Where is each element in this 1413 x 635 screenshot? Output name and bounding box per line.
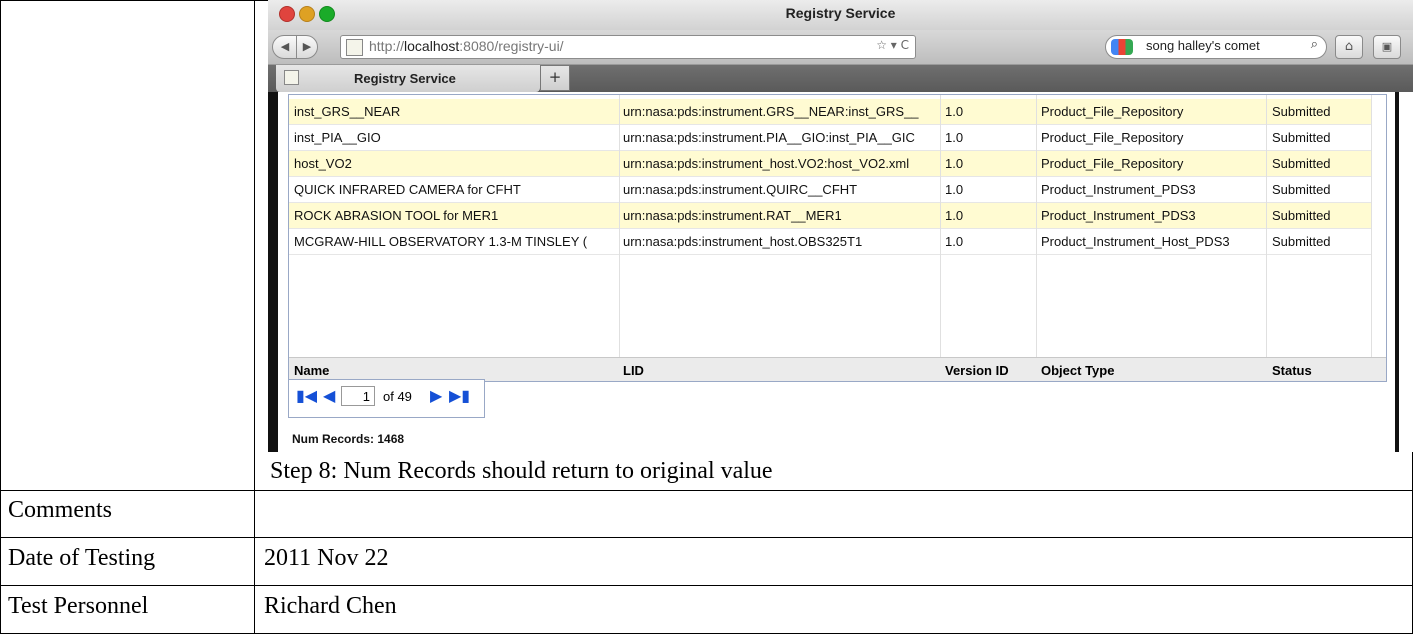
cell-name: ROCK ABRASION TOOL for MER1 bbox=[294, 208, 499, 223]
cell-lid: urn:nasa:pds:instrument_host.OBS325T1 bbox=[623, 234, 863, 249]
pagination-bar: ▮◀ ◀ of 49 ▶ ▶▮ bbox=[288, 379, 485, 418]
cell-object-type: Product_File_Repository bbox=[1041, 156, 1184, 171]
cell-name: host_VO2 bbox=[294, 156, 352, 171]
tab-favicon-icon bbox=[284, 70, 299, 85]
cell-version: 1.0 bbox=[945, 208, 964, 223]
date-of-testing-value: 2011 Nov 22 bbox=[264, 545, 389, 571]
date-of-testing-label: Date of Testing bbox=[8, 545, 156, 571]
address-url: http://localhost:8080/registry-ui/ bbox=[369, 38, 564, 54]
google-search-engine-icon[interactable] bbox=[1111, 39, 1133, 55]
cell-object-type: Product_Instrument_PDS3 bbox=[1041, 182, 1196, 197]
cell-status: Submitted bbox=[1272, 182, 1331, 197]
column-header-status[interactable]: Status bbox=[1272, 363, 1368, 378]
table-row[interactable]: ROCK ABRASION TOOL for MER1 urn:nasa:pds… bbox=[289, 203, 1371, 229]
column-header-lid[interactable]: LID bbox=[623, 363, 937, 378]
column-separator bbox=[1266, 95, 1267, 381]
browser-screenshot: Registry Service ◀ ▶ http://localhost:80… bbox=[268, 0, 1413, 452]
cell-lid: urn:nasa:pds:instrument.GRS__NEAR:inst_G… bbox=[623, 104, 919, 119]
column-header-version[interactable]: Version ID bbox=[945, 363, 1031, 378]
previous-page-icon[interactable]: ◀ bbox=[323, 388, 335, 404]
cell-lid: urn:nasa:pds:instrument.RAT__MER1 bbox=[623, 208, 842, 223]
cell-object-type: Product_File_Repository bbox=[1041, 104, 1184, 119]
test-personnel-label: Test Personnel bbox=[8, 593, 149, 619]
tab-label: Registry Service bbox=[354, 71, 456, 86]
row-divider bbox=[0, 490, 1413, 491]
table-border-bottom bbox=[0, 633, 1413, 634]
test-personnel-value: Richard Chen bbox=[264, 593, 397, 619]
cell-lid: urn:nasa:pds:instrument.PIA__GIO:inst_PI… bbox=[623, 130, 915, 145]
browser-toolbar: ◀ ▶ http://localhost:8080/registry-ui/ ☆… bbox=[268, 30, 1413, 65]
last-page-icon[interactable]: ▶▮ bbox=[449, 388, 470, 404]
cell-status: Submitted bbox=[1272, 208, 1331, 223]
cell-object-type: Product_Instrument_Host_PDS3 bbox=[1041, 234, 1230, 249]
step-caption: Step 8: Num Records should return to ori… bbox=[270, 458, 773, 484]
new-tab-button[interactable]: + bbox=[540, 65, 570, 91]
column-header-name[interactable]: Name bbox=[294, 363, 616, 378]
row-divider bbox=[0, 537, 1413, 538]
back-button[interactable]: ◀ bbox=[272, 35, 298, 59]
test-report-table: Registry Service ◀ ▶ http://localhost:80… bbox=[0, 0, 1413, 635]
column-separator bbox=[940, 95, 941, 381]
cell-version: 1.0 bbox=[945, 156, 964, 171]
next-page-icon[interactable]: ▶ bbox=[430, 388, 442, 404]
cell-status: Submitted bbox=[1272, 130, 1331, 145]
page-count: of 49 bbox=[383, 389, 412, 404]
cell-name: inst_GRS__NEAR bbox=[294, 104, 401, 119]
cell-object-type: Product_File_Repository bbox=[1041, 130, 1184, 145]
window-title: Registry Service bbox=[785, 5, 896, 21]
table-row[interactable]: QUICK INFRARED CAMERA for CFHT urn:nasa:… bbox=[289, 177, 1371, 203]
cell-name: QUICK INFRARED CAMERA for CFHT bbox=[294, 182, 521, 197]
column-separator bbox=[1036, 95, 1037, 381]
window-titlebar: Registry Service bbox=[268, 0, 1413, 31]
right-border-bar bbox=[1395, 92, 1399, 452]
table-row[interactable]: inst_GRS__NEAR urn:nasa:pds:instrument.G… bbox=[289, 99, 1371, 125]
page-number-input[interactable] bbox=[341, 386, 375, 406]
left-border-bar bbox=[268, 92, 278, 452]
bookmarks-button[interactable]: ▣ bbox=[1373, 35, 1401, 59]
cell-status: Submitted bbox=[1272, 156, 1331, 171]
tab-registry-service[interactable]: Registry Service bbox=[276, 65, 540, 92]
cell-version: 1.0 bbox=[945, 234, 964, 249]
cell-lid: urn:nasa:pds:instrument_host.VO2:host_VO… bbox=[623, 156, 910, 171]
cell-version: 1.0 bbox=[945, 130, 964, 145]
cell-lid: urn:nasa:pds:instrument.QUIRC__CFHT bbox=[623, 182, 858, 197]
cell-status: Submitted bbox=[1272, 104, 1331, 119]
row-divider bbox=[0, 585, 1413, 586]
comments-label: Comments bbox=[8, 497, 113, 523]
address-bar[interactable]: http://localhost:8080/registry-ui/ ☆ ▾ C bbox=[340, 35, 916, 59]
table-border-left bbox=[0, 0, 1, 634]
page-content: inst_GRS__NEAR urn:nasa:pds:instrument.G… bbox=[268, 92, 1413, 452]
column-header-object-type[interactable]: Object Type bbox=[1041, 363, 1259, 378]
cell-version: 1.0 bbox=[945, 104, 964, 119]
table-row[interactable]: MCGRAW-HILL OBSERVATORY 1.3-M TINSLEY ( … bbox=[289, 229, 1371, 255]
cell-object-type: Product_Instrument_PDS3 bbox=[1041, 208, 1196, 223]
home-button[interactable]: ⌂ bbox=[1335, 35, 1363, 59]
table-row[interactable]: host_VO2 urn:nasa:pds:instrument_host.VO… bbox=[289, 151, 1371, 177]
search-query: song halley's comet bbox=[1146, 38, 1260, 53]
column-separator bbox=[1371, 95, 1372, 381]
cell-name: inst_PIA__GIO bbox=[294, 130, 381, 145]
first-page-icon[interactable]: ▮◀ bbox=[296, 388, 317, 404]
cell-name: MCGRAW-HILL OBSERVATORY 1.3-M TINSLEY ( bbox=[294, 234, 588, 249]
column-divider bbox=[254, 0, 255, 634]
forward-button[interactable]: ▶ bbox=[296, 35, 318, 59]
search-box[interactable]: song halley's comet ⌕ bbox=[1105, 35, 1327, 59]
bookmark-star-icon[interactable]: ☆ ▾ C bbox=[876, 38, 909, 52]
table-row[interactable]: inst_PIA__GIO urn:nasa:pds:instrument.PI… bbox=[289, 125, 1371, 151]
column-separator bbox=[619, 95, 620, 381]
cell-version: 1.0 bbox=[945, 182, 964, 197]
cell-status: Submitted bbox=[1272, 234, 1331, 249]
tab-strip: Registry Service + bbox=[268, 65, 1413, 92]
site-favicon-icon bbox=[346, 39, 363, 56]
registry-table: inst_GRS__NEAR urn:nasa:pds:instrument.G… bbox=[288, 94, 1387, 382]
search-icon[interactable]: ⌕ bbox=[1311, 37, 1318, 52]
num-records: Num Records: 1468 bbox=[292, 432, 405, 446]
